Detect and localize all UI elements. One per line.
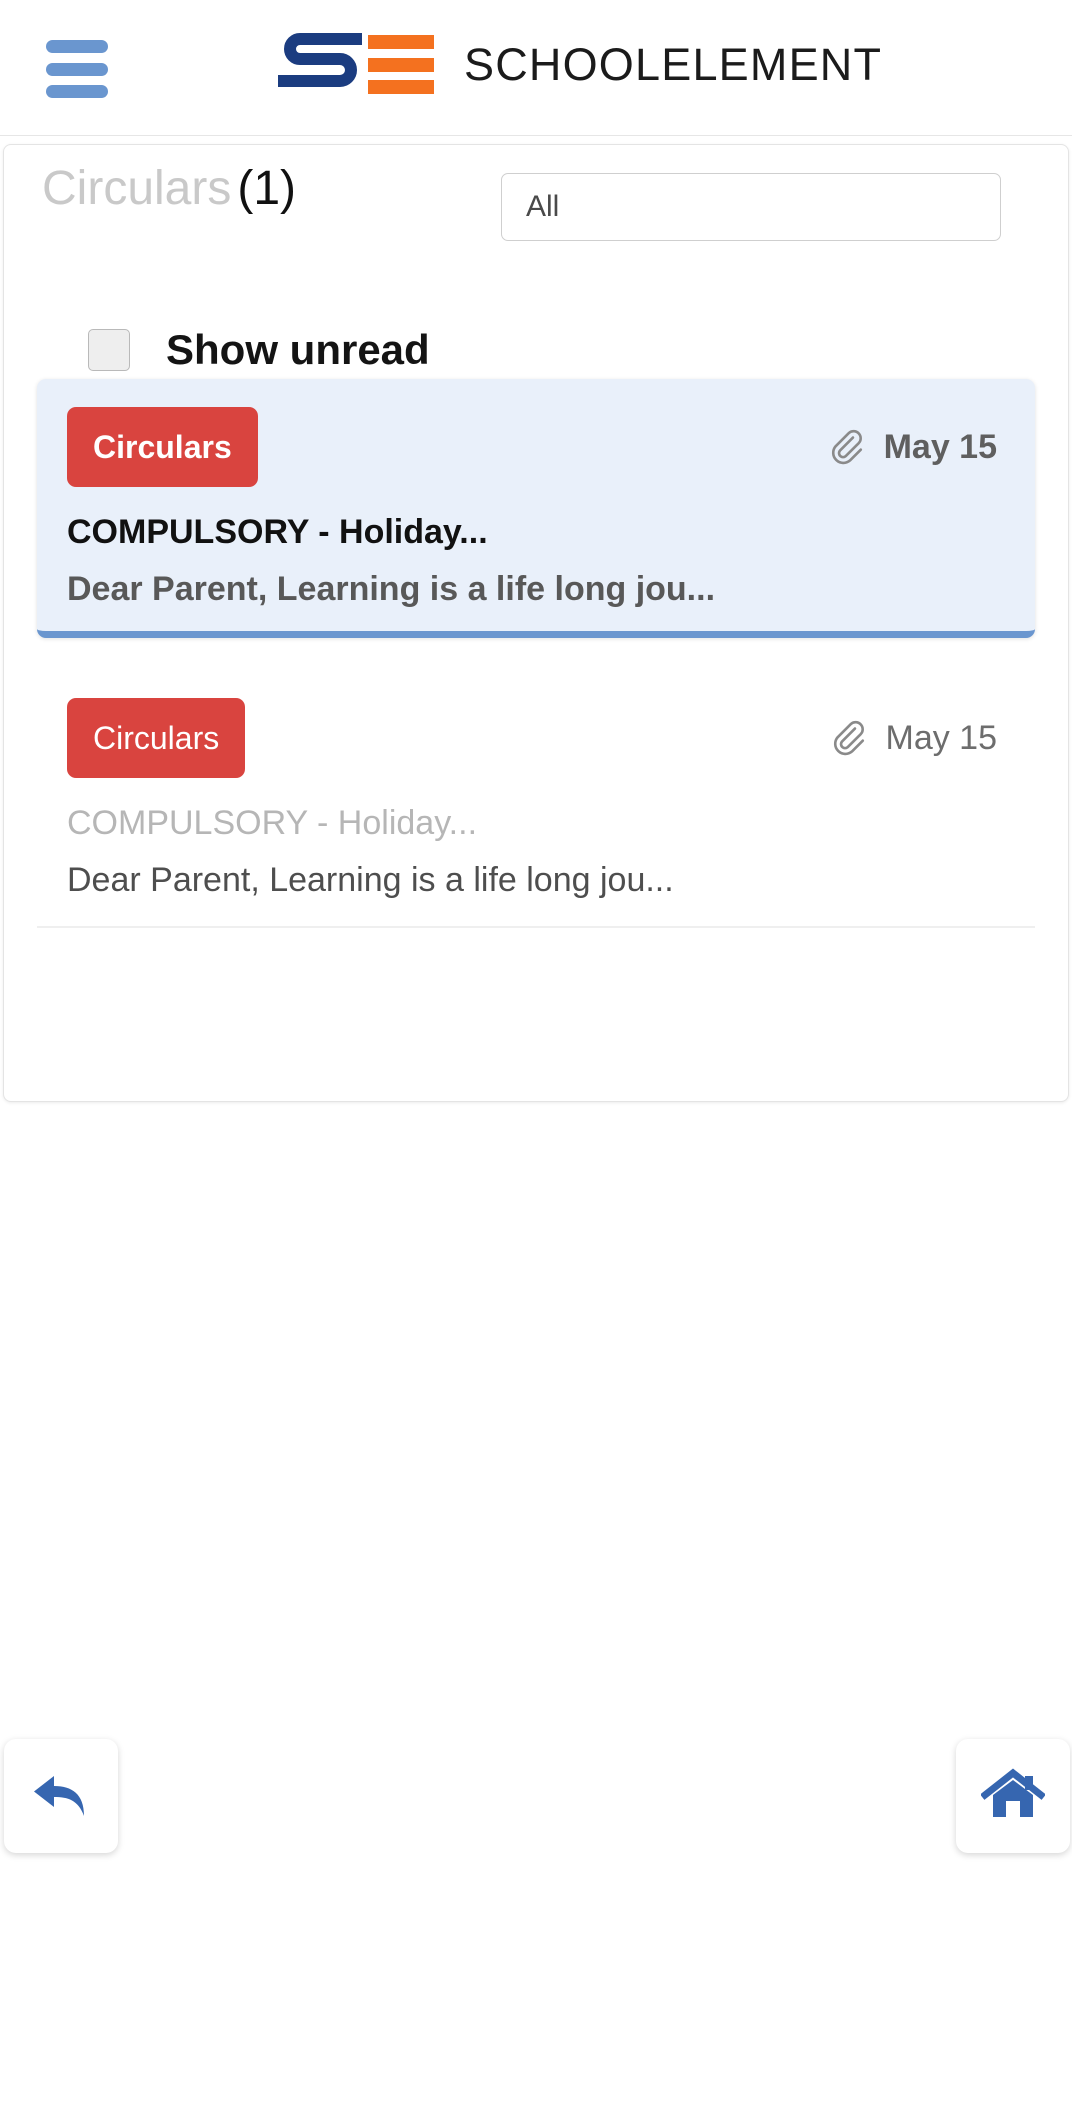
panel-header: Circulars (1) All [4, 145, 1068, 255]
circulars-list: Circulars May 15 COMPULSORY - Holiday...… [4, 341, 1068, 929]
list-item-title: COMPULSORY - Holiday... [67, 804, 478, 843]
brand-name: SCHOOLELEMENT [464, 38, 883, 90]
hamburger-bar-1 [46, 40, 108, 53]
list-item-preview: Dear Parent, Learning is a life long jou… [67, 570, 716, 609]
back-button[interactable] [4, 1739, 118, 1853]
logo-s-glyph [278, 33, 362, 95]
page-title-count: (1) [237, 162, 297, 215]
logo-e-bar-1 [368, 35, 434, 49]
list-item-meta: May 15 [830, 427, 1005, 467]
list-item-meta: May 15 [832, 718, 1006, 758]
app-bar: SCHOOLELEMENT [0, 0, 1072, 136]
hamburger-bar-2 [46, 62, 108, 76]
logo-e-bar-3 [368, 80, 434, 94]
page-title-text: Circulars [42, 162, 232, 215]
back-arrow-icon [28, 1766, 94, 1826]
list-item-title: COMPULSORY - Holiday... [67, 513, 488, 551]
list-item[interactable]: Circulars May 15 COMPULSORY - Holiday...… [37, 379, 1035, 639]
list-item-header: Circulars May 15 [67, 698, 1006, 779]
category-filter-select[interactable]: All [501, 173, 1001, 241]
paperclip-icon [830, 427, 868, 467]
status-badge: Circulars [67, 698, 246, 779]
brand-logo: SCHOOLELEMENT [278, 28, 882, 100]
list-item[interactable]: Circulars May 15 COMPULSORY - Holiday...… [37, 668, 1035, 929]
page-title: Circulars (1) [42, 165, 296, 213]
home-button[interactable] [956, 1739, 1070, 1853]
hamburger-menu-icon[interactable] [46, 40, 108, 98]
list-item-header: Circulars May 15 [67, 407, 1005, 487]
home-icon [981, 1767, 1045, 1825]
hamburger-bar-3 [46, 85, 108, 98]
list-top-spacer [4, 341, 1068, 379]
logo-e-bar-2 [368, 57, 434, 72]
logo-e-glyph [368, 34, 434, 94]
list-gap [4, 638, 1068, 668]
list-item-date: May 15 [885, 719, 998, 758]
schoolelement-logo-icon [278, 33, 434, 95]
category-filter-value: All [526, 190, 560, 223]
list-item-preview: Dear Parent, Learning is a life long jou… [67, 861, 674, 900]
paperclip-icon [832, 718, 870, 758]
status-badge: Circulars [67, 407, 258, 487]
circulars-panel: Circulars (1) All Show unread Circulars M… [3, 144, 1069, 1102]
list-item-date: May 15 [883, 428, 997, 466]
